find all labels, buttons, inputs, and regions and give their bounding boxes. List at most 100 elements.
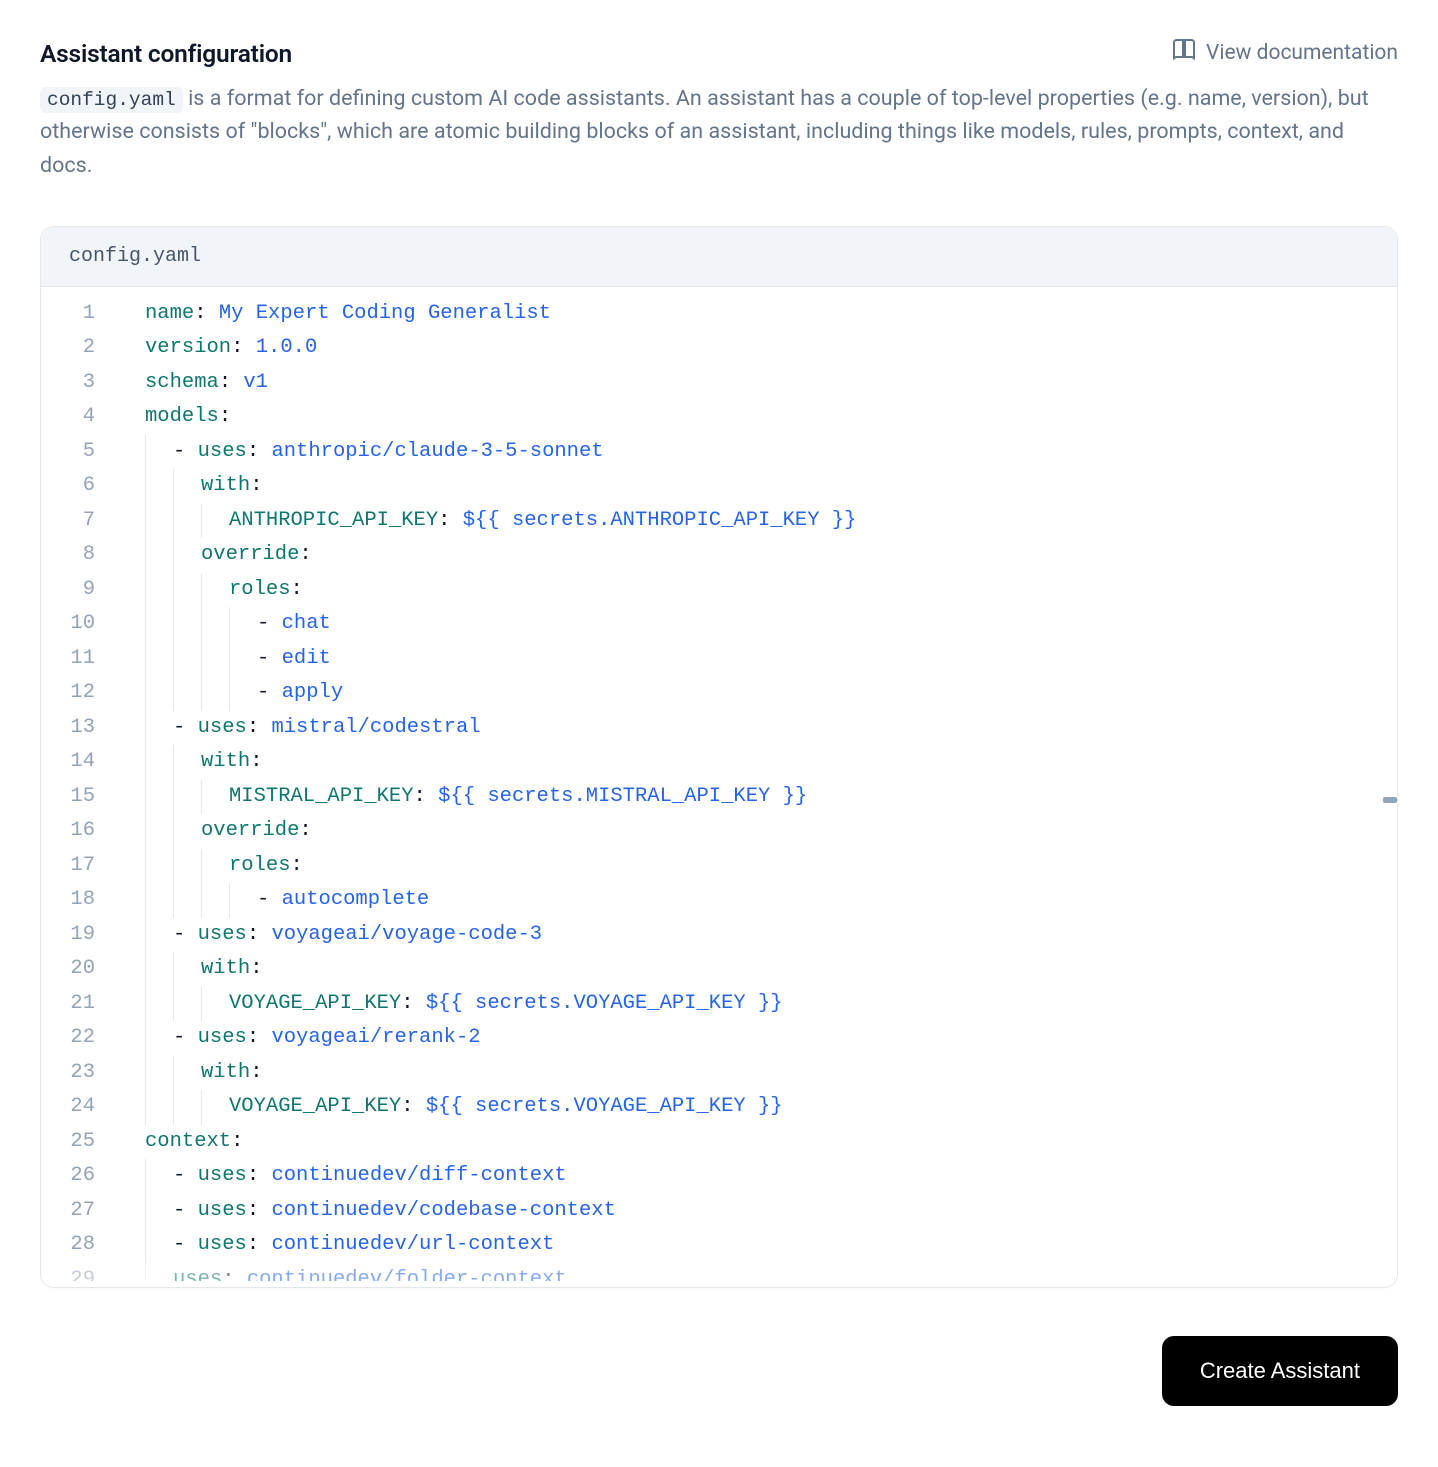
- yaml-key: version: [145, 336, 231, 359]
- code-line[interactable]: 11- edit: [41, 642, 1397, 677]
- create-assistant-button[interactable]: Create Assistant: [1162, 1336, 1398, 1406]
- code-line[interactable]: 16override:: [41, 814, 1397, 849]
- code-line[interactable]: 23with:: [41, 1056, 1397, 1091]
- yaml-colon: :: [250, 750, 262, 773]
- code-line[interactable]: 21VOYAGE_API_KEY: ${{ secrets.VOYAGE_API…: [41, 987, 1397, 1022]
- code-content: with:: [121, 469, 1397, 504]
- indent-guide: [173, 642, 201, 677]
- yaml-dash: -: [257, 647, 282, 670]
- code-line[interactable]: 22- uses: voyageai/rerank-2: [41, 1021, 1397, 1056]
- yaml-colon: :: [247, 440, 272, 463]
- yaml-colon: :: [299, 543, 311, 566]
- code-content: - uses: continuedev/codebase-context: [121, 1194, 1397, 1229]
- yaml-colon: :: [247, 1199, 272, 1222]
- yaml-secret: ${{ secrets.VOYAGE_API_KEY }}: [426, 992, 783, 1015]
- indent-guide: [201, 849, 229, 884]
- code-line[interactable]: 9roles:: [41, 573, 1397, 608]
- code-line[interactable]: 19- uses: voyageai/voyage-code-3: [41, 918, 1397, 953]
- indent-guide: [173, 849, 201, 884]
- code-line[interactable]: 29uses: continuedev/folder-context: [41, 1263, 1397, 1281]
- code-line[interactable]: 25context:: [41, 1125, 1397, 1160]
- yaml-value: continuedev/codebase-context: [271, 1199, 615, 1222]
- yaml-key: with: [201, 474, 250, 497]
- code-line[interactable]: 26- uses: continuedev/diff-context: [41, 1159, 1397, 1194]
- indent-guide: [145, 1090, 173, 1125]
- view-documentation-link[interactable]: View documentation: [1172, 38, 1398, 68]
- line-number: 2: [41, 331, 121, 366]
- code-content: - uses: continuedev/diff-context: [121, 1159, 1397, 1194]
- code-line[interactable]: 20with:: [41, 952, 1397, 987]
- code-content: MISTRAL_API_KEY: ${{ secrets.MISTRAL_API…: [121, 780, 1397, 815]
- indent-guide: [201, 1090, 229, 1125]
- indent-guide: [145, 814, 173, 849]
- yaml-secret: ${{ secrets.MISTRAL_API_KEY }}: [438, 785, 807, 808]
- yaml-colon: :: [401, 1095, 426, 1118]
- indent-guide: [145, 780, 173, 815]
- yaml-dash: -: [173, 440, 198, 463]
- code-editor[interactable]: 1name: My Expert Coding Generalist2 versi…: [41, 287, 1397, 1287]
- line-number: 19: [41, 918, 121, 953]
- code-line[interactable]: 13- uses: mistral/codestral: [41, 711, 1397, 746]
- code-content: with:: [121, 1056, 1397, 1091]
- code-line[interactable]: 18- autocomplete: [41, 883, 1397, 918]
- code-line[interactable]: 17roles:: [41, 849, 1397, 884]
- code-line[interactable]: 14with:: [41, 745, 1397, 780]
- yaml-colon: :: [401, 992, 426, 1015]
- indent-guide: [201, 642, 229, 677]
- yaml-dash: -: [173, 1199, 198, 1222]
- yaml-key: with: [201, 750, 250, 773]
- indent-guide: [173, 745, 201, 780]
- code-line[interactable]: 27- uses: continuedev/codebase-context: [41, 1194, 1397, 1229]
- code-line[interactable]: 15MISTRAL_API_KEY: ${{ secrets.MISTRAL_A…: [41, 780, 1397, 815]
- description: config.yaml is a format for defining cus…: [40, 82, 1370, 182]
- indent-guide: [173, 469, 201, 504]
- line-number: 28: [41, 1228, 121, 1263]
- line-number: 22: [41, 1021, 121, 1056]
- yaml-colon: :: [247, 1164, 272, 1187]
- indent-guide: [145, 1194, 173, 1229]
- line-number: 10: [41, 607, 121, 642]
- indent-guide: [145, 1159, 173, 1194]
- code-line[interactable]: 8override:: [41, 538, 1397, 573]
- indent-guide: [145, 676, 173, 711]
- line-number: 16: [41, 814, 121, 849]
- code-content: with:: [121, 952, 1397, 987]
- yaml-key: override: [201, 543, 299, 566]
- yaml-key: with: [201, 1061, 250, 1084]
- code-content: with:: [121, 745, 1397, 780]
- indent-guide: [173, 814, 201, 849]
- indent-guide: [145, 987, 173, 1022]
- yaml-value: edit: [282, 647, 331, 670]
- code-content: context:: [121, 1125, 1397, 1160]
- indent-guide: [145, 469, 173, 504]
- code-line[interactable]: 24VOYAGE_API_KEY: ${{ secrets.VOYAGE_API…: [41, 1090, 1397, 1125]
- code-content: - edit: [121, 642, 1397, 677]
- code-content: override:: [121, 814, 1397, 849]
- line-number: 25: [41, 1125, 121, 1160]
- indent-guide: [201, 676, 229, 711]
- code-line[interactable]: 28- uses: continuedev/url-context: [41, 1228, 1397, 1263]
- code-line[interactable]: 7ANTHROPIC_API_KEY: ${{ secrets.ANTHROPI…: [41, 504, 1397, 539]
- page-title: Assistant configuration: [40, 39, 292, 68]
- code-line[interactable]: 5- uses: anthropic/claude-3-5-sonnet: [41, 435, 1397, 470]
- code-content: override:: [121, 538, 1397, 573]
- yaml-key: MISTRAL_API_KEY: [229, 785, 414, 808]
- indent-guide: [173, 780, 201, 815]
- code-line[interactable]: 2version: 1.0.0: [41, 331, 1397, 366]
- indent-guide: [201, 607, 229, 642]
- code-line[interactable]: 1name: My Expert Coding Generalist: [41, 297, 1397, 332]
- code-line[interactable]: 4models:: [41, 400, 1397, 435]
- code-line[interactable]: 12- apply: [41, 676, 1397, 711]
- code-line[interactable]: 10- chat: [41, 607, 1397, 642]
- code-content: - autocomplete: [121, 883, 1397, 918]
- yaml-value: continuedev/diff-context: [271, 1164, 566, 1187]
- scroll-indicator[interactable]: [1383, 797, 1397, 803]
- indent-guide: [145, 538, 173, 573]
- line-number: 14: [41, 745, 121, 780]
- code-content: - uses: mistral/codestral: [121, 711, 1397, 746]
- yaml-value: anthropic/claude-3-5-sonnet: [271, 440, 603, 463]
- code-line[interactable]: 6with:: [41, 469, 1397, 504]
- code-line[interactable]: 3schema: v1: [41, 366, 1397, 401]
- yaml-colon: :: [414, 785, 439, 808]
- yaml-key: name: [145, 302, 194, 325]
